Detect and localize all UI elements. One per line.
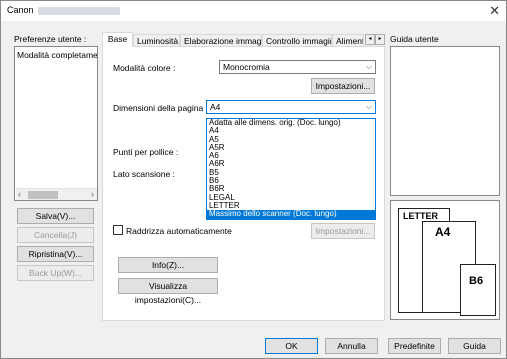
user-guide-label: Guida utente <box>390 34 439 44</box>
page-size-option[interactable]: A5R <box>207 144 375 152</box>
page-size-option[interactable]: Massimo dello scanner (Doc. lungo) <box>207 210 375 219</box>
preferences-list[interactable]: Modalità completamente <box>14 46 98 201</box>
backup-preference-button[interactable]: Back Up(W)... <box>17 265 94 281</box>
scanner-settings-window: Canon ✕ Preferenze utente : Modalità com… <box>0 0 507 359</box>
user-guide-panel <box>390 46 500 196</box>
color-settings-button[interactable]: Impostazioni... <box>311 78 375 94</box>
tab-scroll-left-icon[interactable]: ◂ <box>365 34 375 45</box>
page-size-dropdown[interactable]: Adatta alle dimens. orig. (Doc. lungo) A4… <box>206 118 376 220</box>
help-button[interactable]: Guida <box>448 338 501 354</box>
paper-b6: B6 <box>460 264 496 316</box>
deskew-settings-button[interactable]: Impostazioni... <box>311 223 375 239</box>
tab-scroll-right-icon[interactable]: ▸ <box>375 34 385 45</box>
info-button[interactable]: Info(Z)... <box>118 257 218 273</box>
page-size-option[interactable]: B6R <box>207 185 375 193</box>
save-preference-button[interactable]: Salva(V)... <box>17 208 94 224</box>
page-size-option[interactable]: A6R <box>207 160 375 168</box>
page-size-option[interactable]: A5 <box>207 136 375 144</box>
scroll-thumb[interactable] <box>28 191 58 199</box>
page-size-option[interactable]: A4 <box>207 127 375 135</box>
window-title: Canon <box>7 5 120 15</box>
chevron-down-icon: ⌵ <box>365 62 372 71</box>
deskew-label: Raddrizza automaticamente <box>126 226 232 236</box>
page-size-option[interactable]: B6 <box>207 177 375 185</box>
page-size-option[interactable]: B5 <box>207 169 375 177</box>
close-icon[interactable]: ✕ <box>489 3 500 19</box>
color-mode-select[interactable]: Monocromia ⌵ <box>219 60 376 74</box>
scan-side-label: Lato scansione : <box>113 169 175 179</box>
title-bar: Canon ✕ <box>1 1 506 21</box>
deskew-checkbox[interactable] <box>113 225 123 235</box>
color-mode-value: Monocromia <box>223 62 270 72</box>
show-settings-button[interactable]: Visualizza impostazioni(C)... <box>118 278 218 305</box>
page-size-option[interactable]: A6 <box>207 152 375 160</box>
page-size-option[interactable]: LEGAL <box>207 194 375 202</box>
list-item[interactable]: Modalità completamente <box>15 47 97 63</box>
color-mode-label: Modalità colore : <box>113 63 176 73</box>
restore-preference-button[interactable]: Ripristina(V)... <box>17 246 94 262</box>
scroll-right-icon[interactable]: › <box>91 189 94 199</box>
preferences-label: Preferenze utente : <box>14 34 87 44</box>
cancel-button[interactable]: Annulla <box>325 338 378 354</box>
page-size-option[interactable]: Adatta alle dimens. orig. (Doc. lungo) <box>207 119 375 127</box>
blurred-title-text <box>37 6 120 15</box>
page-size-select[interactable]: A4 ⌵ <box>206 100 376 114</box>
scroll-left-icon[interactable]: ‹ <box>18 189 21 199</box>
chevron-down-icon: ⌵ <box>365 102 372 111</box>
paper-size-preview: LETTER A4 B6 <box>390 200 500 320</box>
delete-preference-button[interactable]: Cancella(J) <box>17 227 94 243</box>
preferences-scrollbar[interactable]: ‹ › <box>16 188 97 200</box>
ok-button[interactable]: OK <box>265 338 318 354</box>
dpi-label: Punti per pollice : <box>113 147 179 157</box>
page-size-value: A4 <box>210 102 221 112</box>
page-size-option[interactable]: LETTER <box>207 202 375 210</box>
tab-base[interactable]: Base <box>102 32 133 47</box>
page-size-label: Dimensioni della pagina : <box>113 103 208 113</box>
defaults-button[interactable]: Predefinite <box>388 338 441 354</box>
